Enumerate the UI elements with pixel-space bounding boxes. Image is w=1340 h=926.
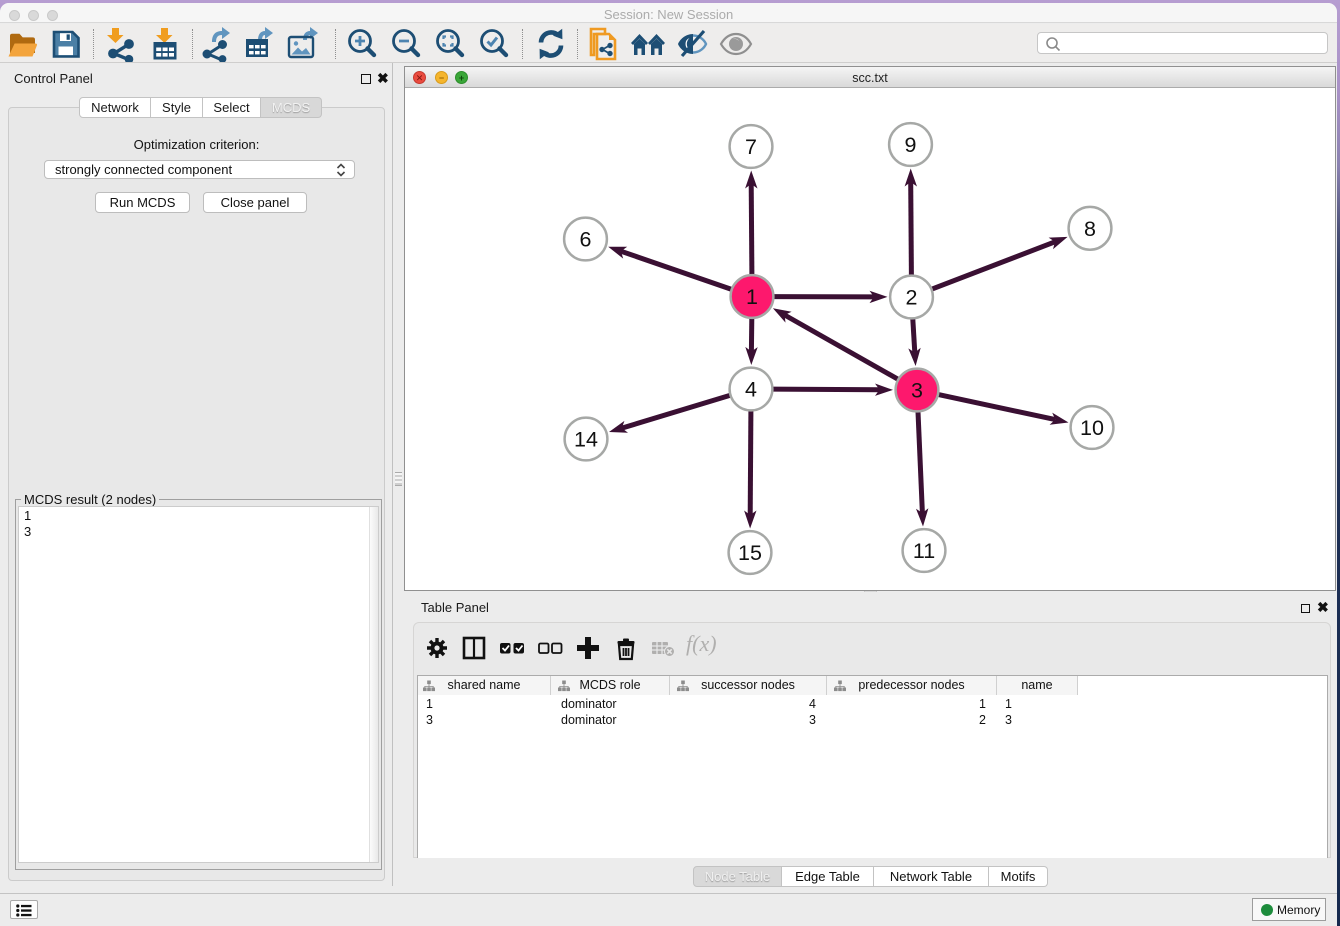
svg-text:4: 4 (745, 378, 757, 402)
svg-text:11: 11 (913, 539, 935, 563)
svg-text:7: 7 (745, 135, 757, 159)
svg-text:10: 10 (1080, 416, 1104, 440)
svg-text:1: 1 (746, 285, 758, 309)
svg-text:8: 8 (1084, 217, 1096, 241)
svg-text:9: 9 (905, 133, 917, 157)
svg-text:2: 2 (906, 286, 918, 310)
svg-text:6: 6 (580, 228, 592, 252)
svg-text:14: 14 (574, 428, 598, 452)
svg-text:3: 3 (911, 379, 923, 403)
svg-text:15: 15 (738, 541, 762, 565)
